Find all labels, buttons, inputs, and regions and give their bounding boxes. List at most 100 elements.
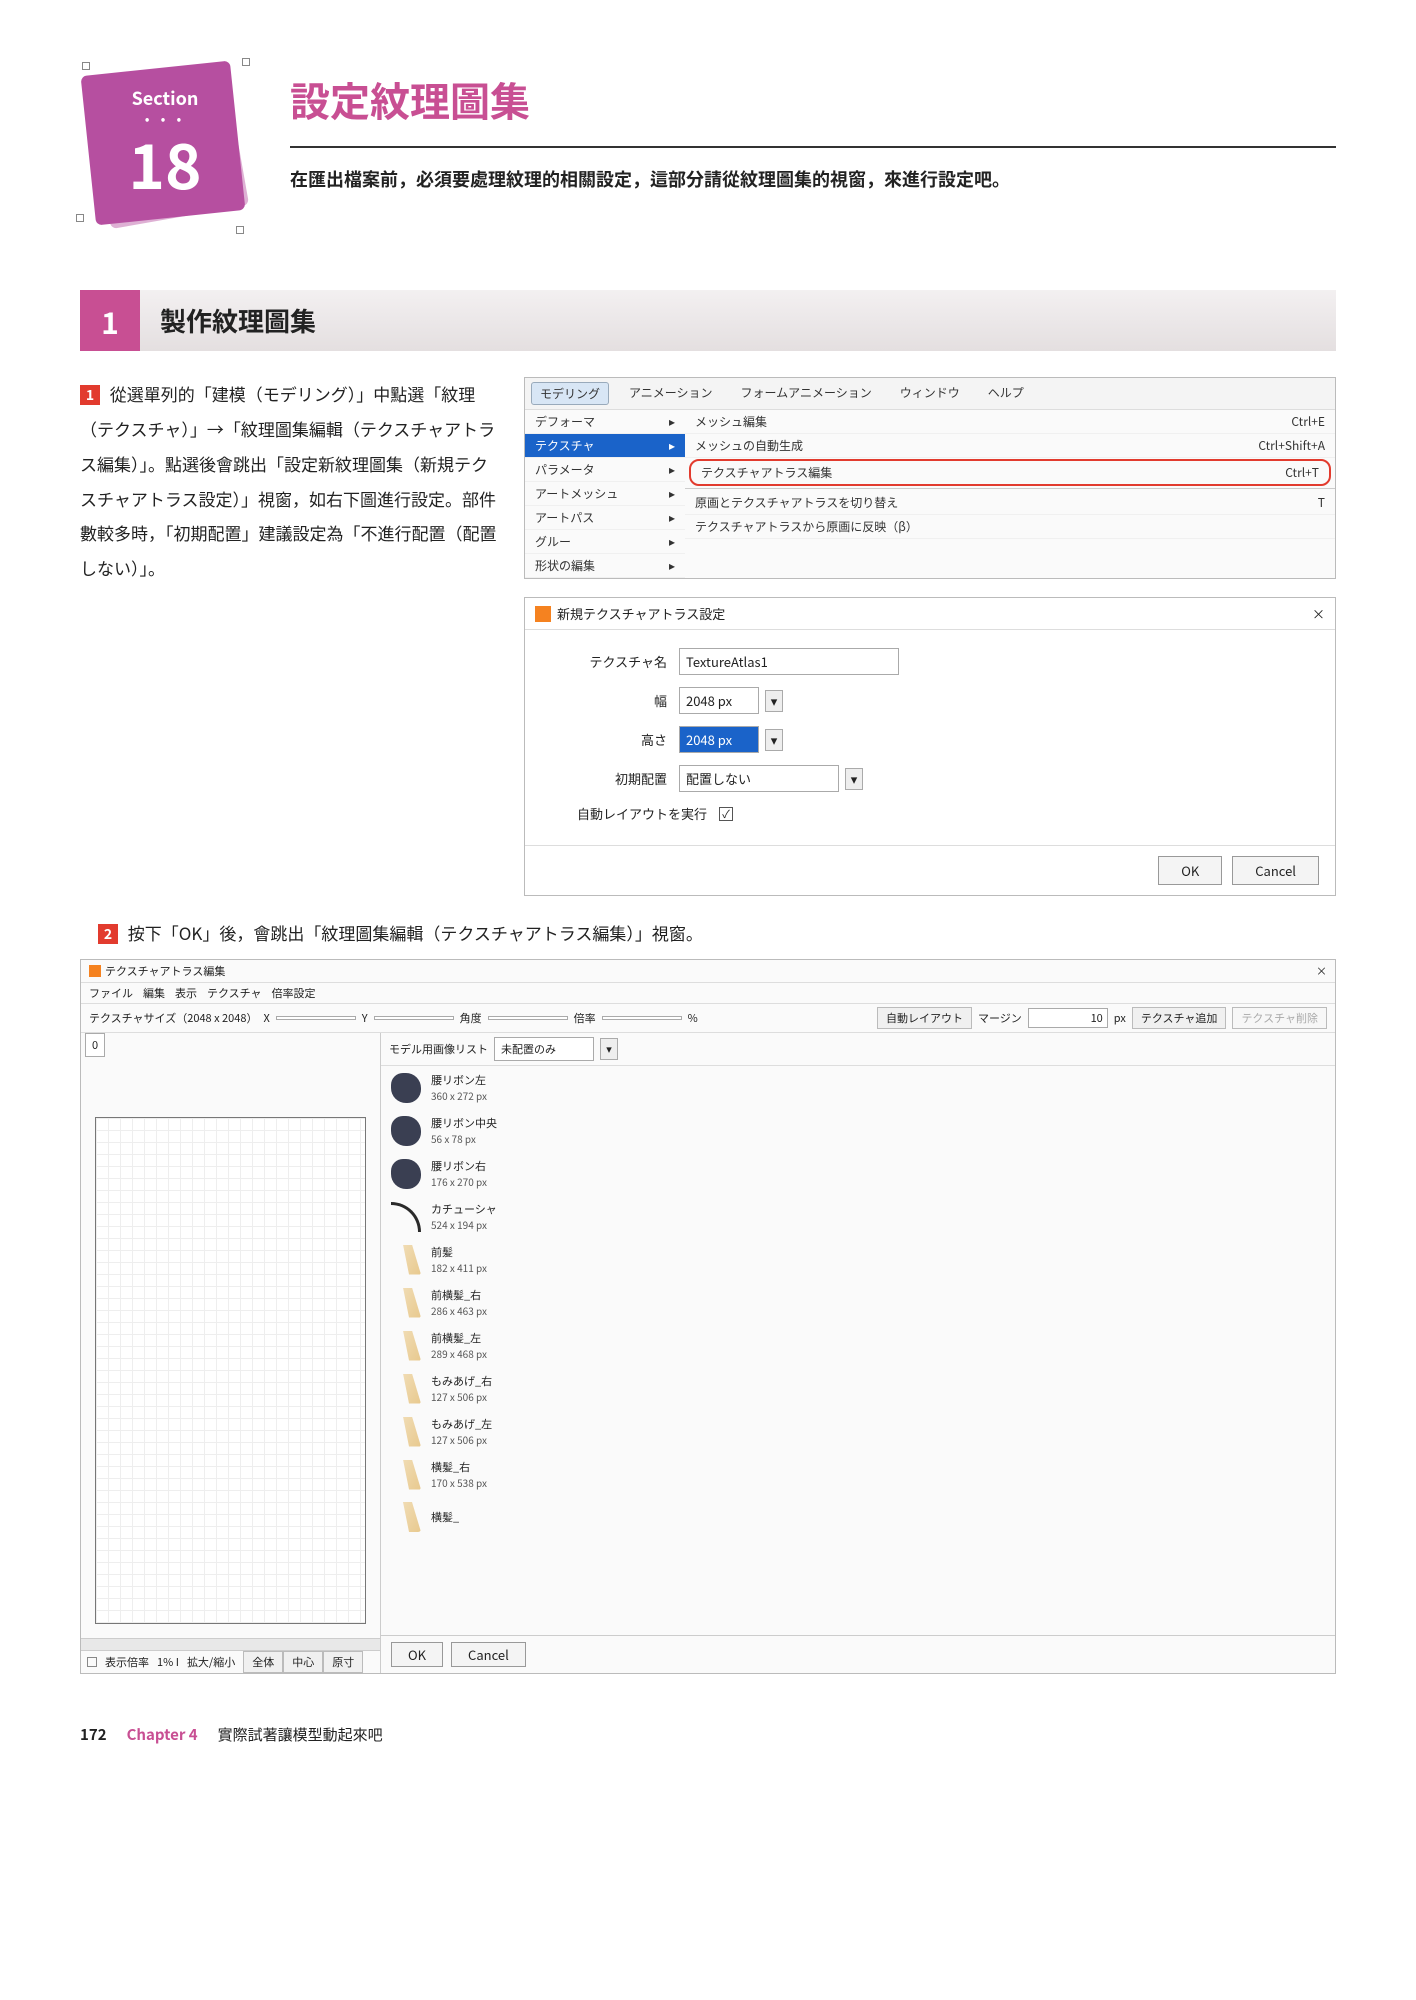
texture-list-item[interactable]: 前横髪_左289 x 468 px [381, 1324, 1335, 1367]
x-label: X [263, 1010, 269, 1026]
init-dropdown-icon[interactable]: ▾ [845, 768, 863, 790]
status-checkbox[interactable] [87, 1657, 97, 1667]
submenu-item[interactable]: メッシュの自動生成Ctrl+Shift+A [685, 434, 1335, 458]
page-number: 172 [80, 1724, 107, 1745]
height-label: 高さ [549, 730, 679, 749]
item-size: 182 x 411 px [431, 1260, 487, 1275]
item-size: 360 x 272 px [431, 1088, 487, 1103]
cancel-button[interactable]: Cancel [1232, 856, 1319, 885]
texture-list-item[interactable]: カチューシャ524 x 194 px [381, 1195, 1335, 1238]
chapter-label: Chapter 4 [127, 1724, 198, 1745]
page-subtitle: 在匯出檔案前，必須要處理紋理的相關設定，這部分請從紋理圖集的視窗，來進行設定吧。 [290, 164, 1336, 195]
page-header: Section • • • 18 設定紋理圖集 在匯出檔案前，必須要處理紋理的相… [80, 60, 1336, 240]
init-input[interactable]: 配置しない [679, 765, 839, 792]
rate-input[interactable] [602, 1016, 682, 1020]
section-label: Section [80, 85, 250, 111]
editor-menu-item[interactable]: 編集 [143, 985, 165, 1001]
menu-item[interactable]: デフォーマ▸ [525, 410, 685, 434]
dialog-title: 新規テクスチャアトラス設定 [557, 604, 725, 623]
thumbnail-icon [391, 1417, 421, 1447]
width-label: 幅 [549, 691, 679, 710]
auto-layout-button[interactable]: 自動レイアウト [877, 1007, 972, 1029]
texture-list-item[interactable]: もみあげ_右127 x 506 px [381, 1367, 1335, 1410]
item-size: 127 x 506 px [431, 1432, 492, 1447]
texture-list-item[interactable]: 腰リボン中央56 x 78 px [381, 1109, 1335, 1152]
editor-menu-item[interactable]: テクスチャ [207, 985, 262, 1001]
texture-size-label: テクスチャサイズ（2048 x 2048） [89, 1010, 257, 1026]
menu-item[interactable]: パラメータ▸ [525, 458, 685, 482]
angle-input[interactable] [488, 1016, 568, 1020]
app-icon [535, 606, 551, 622]
add-texture-button[interactable]: テクスチャ追加 [1132, 1007, 1227, 1029]
menu-tab[interactable]: フォームアニメーション [733, 382, 880, 405]
ok-button[interactable]: OK [1158, 856, 1222, 885]
h-scrollbar[interactable] [81, 1638, 380, 1650]
page-title: 設定紋理圖集 [290, 70, 1336, 128]
menu-item[interactable]: グルー▸ [525, 530, 685, 554]
texture-list-item[interactable]: 横髪_ [381, 1496, 1335, 1538]
item-size: 286 x 463 px [431, 1303, 487, 1318]
name-input[interactable]: TextureAtlas1 [679, 648, 899, 675]
close-icon[interactable]: × [1316, 963, 1327, 979]
submenu-item[interactable]: 原画とテクスチャアトラスを切り替えT [685, 491, 1335, 515]
auto-layout-label: 自動レイアウトを実行 [549, 804, 719, 823]
title-rule [290, 146, 1336, 148]
editor-cancel-button[interactable]: Cancel [451, 1642, 526, 1667]
texture-list-item[interactable]: 横髪_右170 x 538 px [381, 1453, 1335, 1496]
submenu-item[interactable]: テクスチャアトラスから原画に反映（β） [685, 515, 1335, 539]
thumbnail-icon [391, 1502, 421, 1532]
menu-tab[interactable]: モデリング [531, 382, 609, 405]
texture-list-item[interactable]: 前横髪_右286 x 463 px [381, 1281, 1335, 1324]
section-number: 18 [80, 131, 250, 193]
submenu-item[interactable]: テクスチャアトラス編集Ctrl+T [689, 459, 1331, 486]
height-dropdown-icon[interactable]: ▾ [765, 729, 783, 751]
width-input[interactable]: 2048 px [679, 687, 759, 714]
zoom-preset-button[interactable]: 原寸 [323, 1651, 363, 1673]
thumbnail-icon [391, 1159, 421, 1189]
editor-menu-item[interactable]: ファイル [89, 985, 133, 1001]
zoom-preset-button[interactable]: 全体 [243, 1651, 283, 1673]
close-icon[interactable]: × [1312, 604, 1325, 623]
margin-unit: px [1114, 1010, 1126, 1026]
menu-item[interactable]: アートメッシュ▸ [525, 482, 685, 506]
menu-tab[interactable]: ウィンドウ [892, 382, 968, 405]
list-filter-dropdown[interactable]: 未配置のみ [494, 1037, 594, 1061]
item-name: 前横髪_右 [431, 1287, 487, 1303]
step-mark-1: 1 [80, 385, 100, 405]
canvas-tab-input[interactable]: 0 [85, 1033, 105, 1057]
list-filter-dropdown-icon[interactable]: ▾ [600, 1038, 618, 1060]
submenu-item[interactable]: メッシュ編集Ctrl+E [685, 410, 1335, 434]
menu-item[interactable]: テクスチャ▸ [525, 434, 685, 458]
zoom-mode: 拡大/縮小 [187, 1654, 235, 1670]
width-dropdown-icon[interactable]: ▾ [765, 690, 783, 712]
chapter-title: 實際試著讓模型動起來吧 [218, 1724, 383, 1745]
editor-ok-button[interactable]: OK [391, 1642, 443, 1667]
atlas-canvas[interactable] [95, 1117, 366, 1624]
editor-menu-item[interactable]: 倍率設定 [272, 985, 316, 1001]
editor-menu-item[interactable]: 表示 [175, 985, 197, 1001]
height-input[interactable]: 2048 px [679, 726, 759, 753]
item-name: 横髪_ [431, 1509, 459, 1525]
margin-input[interactable]: 10 [1028, 1008, 1108, 1028]
item-name: 横髪_右 [431, 1459, 487, 1475]
item-size: 524 x 194 px [431, 1217, 497, 1232]
texture-list-item[interactable]: 腰リボン左360 x 272 px [381, 1066, 1335, 1109]
thumbnail-icon [391, 1288, 421, 1318]
x-input[interactable] [276, 1016, 356, 1020]
editor-title: テクスチャアトラス編集 [105, 963, 225, 979]
auto-layout-checkbox[interactable]: ✓ [719, 807, 733, 821]
texture-list-item[interactable]: もみあげ_左127 x 506 px [381, 1410, 1335, 1453]
zoom-preset-button[interactable]: 中心 [283, 1651, 323, 1673]
menu-item[interactable]: 形状の編集▸ [525, 554, 685, 578]
list-header-label: モデル用画像リスト [389, 1041, 488, 1057]
subsection-heading: 1 製作紋理圖集 [80, 290, 1336, 351]
step1-text: 從選單列的「建模（モデリング）」中點選「紋理（テクスチャ）」→「紋理圖集編輯（テ… [80, 381, 497, 580]
menu-item[interactable]: アートパス▸ [525, 506, 685, 530]
texture-list-item[interactable]: 前髪182 x 411 px [381, 1238, 1335, 1281]
delete-texture-button[interactable]: テクスチャ削除 [1232, 1007, 1327, 1029]
y-input[interactable] [374, 1016, 454, 1020]
menu-tab[interactable]: アニメーション [621, 382, 721, 405]
thumbnail-icon [391, 1073, 421, 1103]
menu-tab[interactable]: ヘルプ [980, 382, 1032, 405]
texture-list-item[interactable]: 腰リボン右176 x 270 px [381, 1152, 1335, 1195]
